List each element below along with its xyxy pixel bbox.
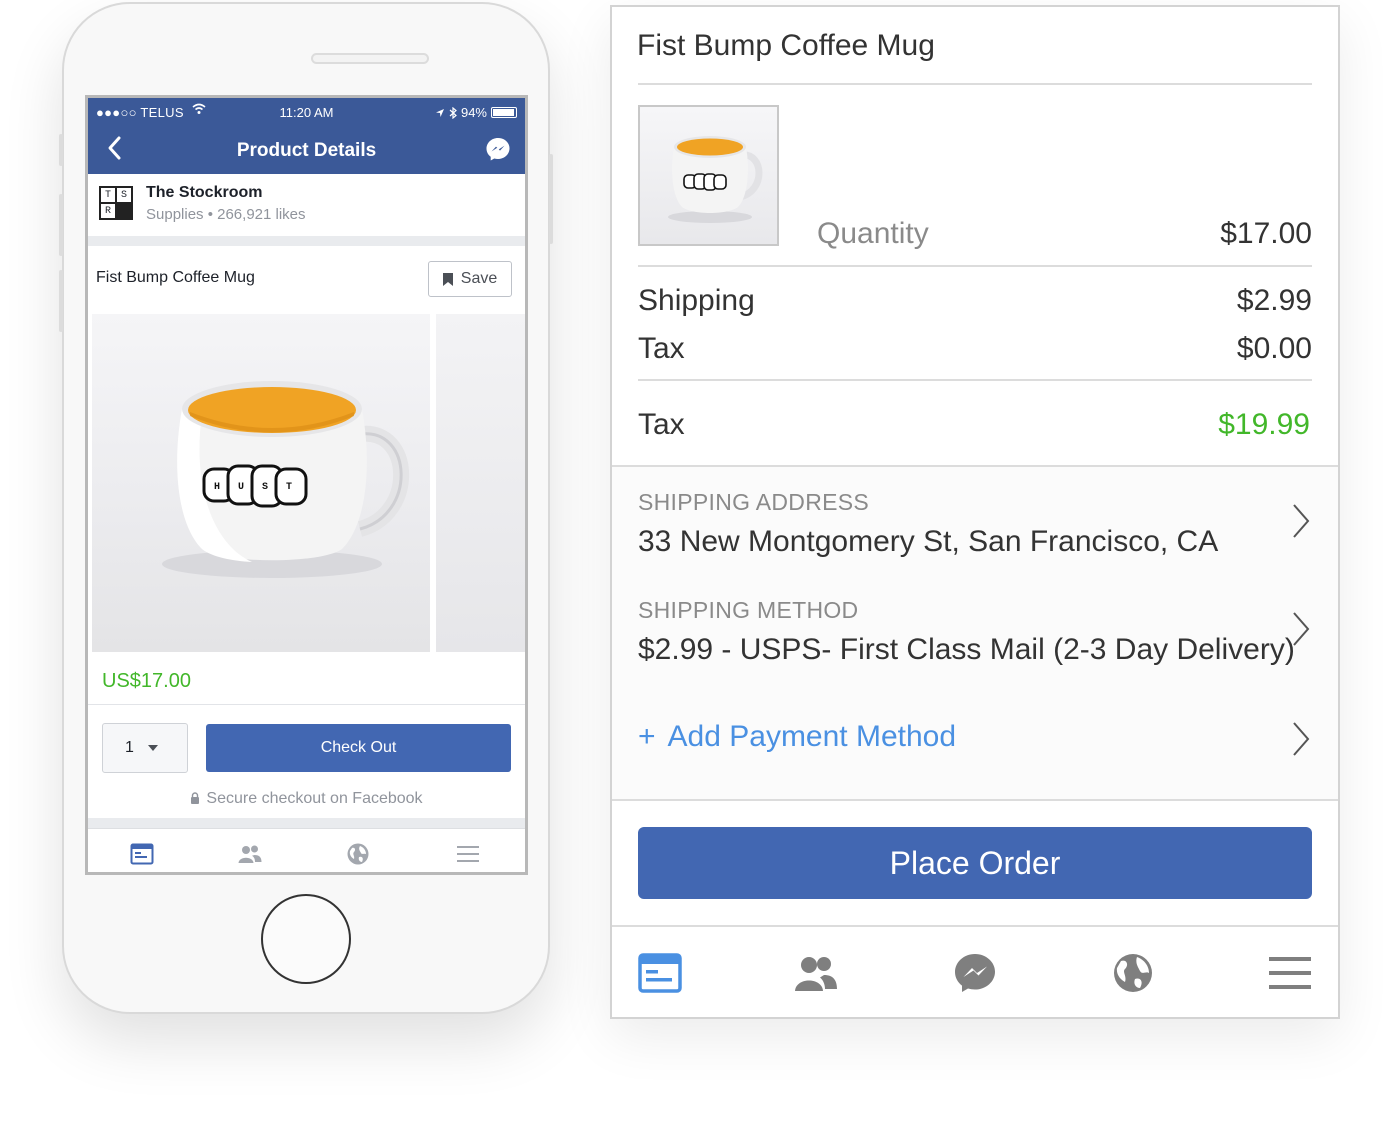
logo-cell: [116, 203, 132, 219]
quantity-value: 1: [125, 739, 134, 756]
panel-tab-bar: [612, 925, 1338, 1017]
status-bar: ●●●○○ TELUS 11:20 AM 94%: [88, 98, 525, 126]
logo-cell: S: [116, 187, 132, 203]
menu-icon[interactable]: [1268, 953, 1312, 993]
svg-text:T: T: [286, 482, 292, 493]
logo-cell: R: [100, 203, 116, 219]
messenger-icon[interactable]: [953, 953, 997, 993]
location-icon: [435, 108, 444, 117]
total-value: $19.99: [1218, 408, 1310, 441]
plus-icon: +: [638, 720, 656, 753]
shipping-address-value: 33 New Montgomery St, San Francisco, CA: [638, 525, 1219, 558]
app-header: ●●●○○ TELUS 11:20 AM 94% Product Details: [88, 98, 525, 174]
shipping-value: $2.99: [1236, 284, 1312, 317]
svg-text:U: U: [238, 482, 244, 493]
tax-value: $0.00: [1236, 332, 1312, 365]
bookmark-icon: [442, 272, 453, 286]
product-photo[interactable]: HUST: [92, 314, 430, 652]
secure-text: Secure checkout on Facebook: [206, 790, 423, 807]
messenger-icon[interactable]: [485, 136, 511, 162]
lock-icon: [191, 792, 200, 804]
phone-home-button[interactable]: [261, 894, 351, 984]
panel-title: Fist Bump Coffee Mug: [637, 29, 935, 62]
shipping-payment-section: SHIPPING ADDRESS 33 New Montgomery St, S…: [612, 465, 1338, 801]
item-price: $17.00: [1220, 217, 1312, 250]
shipping-label: Shipping: [638, 284, 755, 317]
checkout-button[interactable]: Check Out: [206, 724, 511, 772]
phone-speaker: [311, 53, 429, 64]
product-title: Fist Bump Coffee Mug: [96, 269, 255, 286]
svg-text:H: H: [214, 482, 220, 493]
phone-volume-up: [59, 194, 63, 256]
battery-icon: [491, 107, 517, 118]
divider: [88, 704, 525, 705]
bluetooth-icon: [449, 106, 457, 119]
divider: [638, 379, 1312, 381]
divider: [638, 83, 1312, 85]
quantity-label: Quantity: [817, 217, 929, 250]
news-feed-icon[interactable]: [130, 843, 154, 865]
nav-title: Product Details: [236, 140, 377, 161]
chevron-right-icon[interactable]: [1292, 721, 1310, 757]
friends-icon[interactable]: [238, 843, 262, 865]
logo-cell: T: [100, 187, 116, 203]
add-payment-label: Add Payment Method: [667, 720, 957, 753]
battery-percent: 94%: [460, 105, 487, 120]
place-order-button[interactable]: Place Order: [638, 827, 1312, 899]
product-card: Fist Bump Coffee Mug Save H U S T US$17.…: [88, 246, 525, 818]
bottom-tab-bar: [88, 828, 525, 872]
phone-screen: ●●●○○ TELUS 11:20 AM 94% Product Details…: [85, 95, 528, 875]
shipping-address-caption: SHIPPING ADDRESS: [638, 489, 870, 515]
menu-icon[interactable]: [456, 843, 480, 865]
shipping-method-caption: SHIPPING METHOD: [638, 597, 859, 623]
secure-checkout-note: Secure checkout on Facebook: [88, 790, 525, 808]
phone-mute-switch: [59, 134, 63, 166]
product-price: US$17.00: [102, 670, 191, 692]
status-right: 94%: [435, 105, 517, 120]
phone-volume-down: [59, 270, 63, 332]
chevron-right-icon[interactable]: [1292, 611, 1310, 647]
phone-power-button: [549, 154, 553, 244]
svg-text:S: S: [262, 482, 268, 493]
shipping-method-value: $2.99 - USPS- First Class Mail (2-3 Day …: [638, 633, 1295, 666]
tax-label: Tax: [638, 332, 685, 365]
checkout-panel: Fist Bump Coffee Mug Quantity $17.00 Shi…: [610, 5, 1340, 1019]
globe-icon[interactable]: [1111, 953, 1155, 993]
add-payment-method-link[interactable]: + Add Payment Method: [638, 720, 956, 754]
page-name[interactable]: The Stockroom: [146, 184, 262, 202]
divider: [638, 265, 1312, 267]
product-thumbnail: [638, 105, 779, 246]
news-feed-icon[interactable]: [638, 953, 682, 993]
friends-icon[interactable]: [794, 953, 838, 993]
mug-illustration: HUST: [162, 381, 410, 578]
chevron-right-icon[interactable]: [1292, 503, 1310, 539]
mug-thumbnail-illustration: [668, 136, 763, 223]
save-label: Save: [460, 270, 498, 287]
page-info-row[interactable]: T S R The Stockroom Supplies • 266,921 l…: [88, 174, 525, 236]
save-button[interactable]: Save: [428, 261, 512, 297]
globe-icon[interactable]: [346, 843, 370, 865]
quantity-select[interactable]: 1: [102, 723, 188, 773]
product-photo-next[interactable]: [436, 314, 525, 652]
stockroom-logo: T S R: [99, 186, 133, 220]
total-label: Tax: [638, 408, 685, 441]
chevron-down-icon: [147, 745, 158, 751]
page-meta: Supplies • 266,921 likes: [146, 206, 306, 223]
